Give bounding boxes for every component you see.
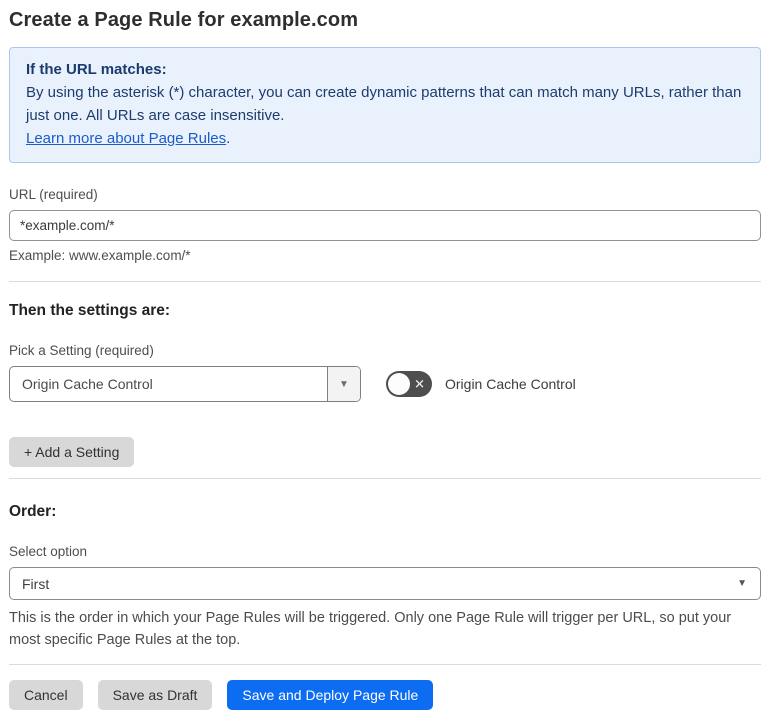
url-example-helper: Example: www.example.com/* xyxy=(9,248,191,263)
url-field-label: URL (required) xyxy=(9,187,98,202)
url-input[interactable] xyxy=(9,210,761,241)
info-box-text: By using the asterisk (*) character, you… xyxy=(26,84,742,124)
order-select-label: Select option xyxy=(9,544,88,559)
pick-setting-label: Pick a Setting (required) xyxy=(9,343,154,358)
info-box-heading: If the URL matches: xyxy=(26,61,167,78)
chevron-down-icon: ▼ xyxy=(737,578,747,589)
footer-actions: Cancel Save as Draft Save and Deploy Pag… xyxy=(9,680,761,710)
setting-select[interactable]: Origin Cache Control ▼ xyxy=(9,366,361,402)
url-match-info-box: If the URL matches: By using the asteris… xyxy=(9,47,761,163)
order-select[interactable]: First ▼ xyxy=(9,567,761,600)
page-title: Create a Page Rule for example.com xyxy=(9,9,359,31)
divider xyxy=(9,664,761,665)
add-setting-button[interactable]: + Add a Setting xyxy=(9,437,135,467)
toggle-knob xyxy=(388,373,410,395)
info-box-body: By using the asterisk (*) character, you… xyxy=(26,81,744,127)
divider xyxy=(9,478,761,479)
save-and-deploy-button[interactable]: Save and Deploy Page Rule xyxy=(227,680,434,710)
order-helper-text: This is the order in which your Page Rul… xyxy=(9,610,732,648)
toggle-off-x-icon: ✕ xyxy=(414,376,425,392)
settings-section-heading: Then the settings are: xyxy=(9,302,171,319)
chevron-down-icon[interactable]: ▼ xyxy=(327,367,360,401)
info-box-link-line: Learn more about Page Rules. xyxy=(26,127,744,150)
order-select-value: First xyxy=(22,575,50,592)
toggle-label: Origin Cache Control xyxy=(445,376,576,392)
link-suffix: . xyxy=(226,130,231,147)
order-section-heading: Order: xyxy=(9,503,57,520)
cancel-button[interactable]: Cancel xyxy=(9,680,83,710)
learn-more-link[interactable]: Learn more about Page Rules xyxy=(26,130,226,147)
save-as-draft-button[interactable]: Save as Draft xyxy=(97,680,213,710)
create-page-rule-form: Create a Page Rule for example.com If th… xyxy=(0,0,770,710)
origin-cache-control-toggle[interactable]: ✕ xyxy=(386,371,432,397)
setting-select-value: Origin Cache Control xyxy=(22,376,153,392)
setting-row: Origin Cache Control ▼ ✕ Origin Cache Co… xyxy=(9,366,761,402)
divider xyxy=(9,281,761,282)
